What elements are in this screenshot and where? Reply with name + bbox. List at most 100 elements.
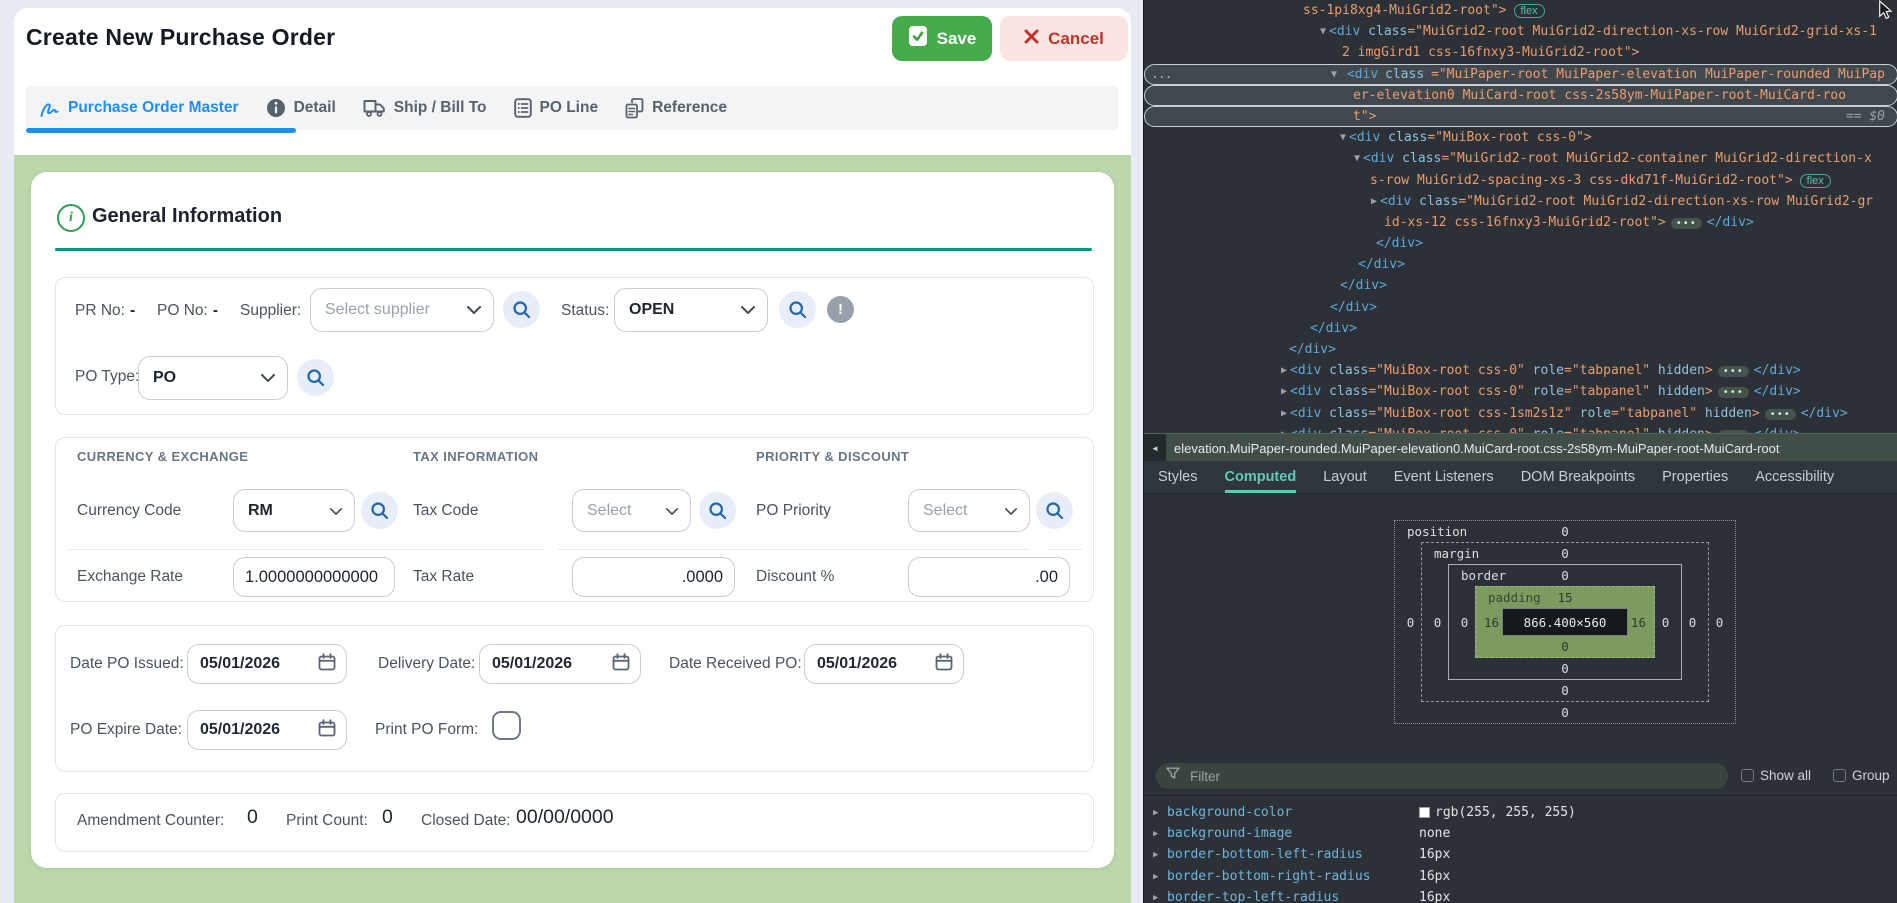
tag-token: <div xyxy=(1290,406,1321,421)
dom-tree-row[interactable]: ss-1pi8xg4-MuiGrid2-root">flex xyxy=(1144,0,1897,21)
po-expire-date-input[interactable]: 05/01/2026 xyxy=(187,710,347,750)
devtools-tab-computed[interactable]: Computed xyxy=(1225,461,1297,493)
po-no-value: - xyxy=(213,302,218,319)
devtools-tab-event-listeners[interactable]: Event Listeners xyxy=(1394,461,1494,493)
dom-tree-row[interactable]: id-xs-12 css-16fnxy3-MuiGrid2-root">•••<… xyxy=(1144,212,1897,233)
computed-filter-row: Show all Group xyxy=(1144,758,1897,794)
po-type-search-button[interactable] xyxy=(297,359,334,396)
purchase-order-app: Create New Purchase Order Save Cancel Pu… xyxy=(0,0,1143,903)
pr-no-value: - xyxy=(130,302,135,319)
tax-rate-label: Tax Rate xyxy=(413,568,474,586)
tax-code-select[interactable]: Select xyxy=(572,489,691,532)
tax-code-search-button[interactable] xyxy=(699,492,736,529)
value-token: er-elevation0 MuiCard-root css-2s58ym-Mu… xyxy=(1353,85,1846,106)
devtools-tab-layout[interactable]: Layout xyxy=(1323,461,1367,493)
delivery-date-input[interactable]: 05/01/2026 xyxy=(479,644,641,684)
po-type-select[interactable]: PO xyxy=(138,356,288,400)
print-po-form-checkbox[interactable] xyxy=(492,711,521,740)
currency-code-select[interactable]: RM xyxy=(233,489,355,532)
tax-rate-input[interactable]: .0000 xyxy=(572,557,735,597)
tab-po-line[interactable]: PO Line xyxy=(514,98,599,118)
breadcrumb-scroll-left-button[interactable]: ◄ xyxy=(1144,434,1166,462)
property-value-text: 16px xyxy=(1419,844,1450,865)
tab-detail[interactable]: Detail xyxy=(266,98,336,118)
dom-tree-row[interactable]: </div> xyxy=(1144,297,1897,318)
date-po-issued-input[interactable]: 05/01/2026 xyxy=(187,644,347,684)
dom-tree-row[interactable]: </div> xyxy=(1144,275,1897,296)
currency-search-button[interactable] xyxy=(361,492,398,529)
divider xyxy=(1144,795,1897,796)
dom-tree-row[interactable]: </div> xyxy=(1144,233,1897,254)
devtools-tab-properties[interactable]: Properties xyxy=(1662,461,1728,493)
cancel-button[interactable]: Cancel xyxy=(1000,16,1128,61)
property-value-text: 16px xyxy=(1419,887,1450,903)
dom-tree-row[interactable]: t"> == $0 xyxy=(1144,106,1897,127)
attribute-token: class xyxy=(1380,130,1427,145)
status-select[interactable]: OPEN xyxy=(614,288,768,332)
dom-tree-row[interactable]: ▼<div class="MuiBox-root css-0"> xyxy=(1144,127,1897,148)
devtools-tab-accessibility[interactable]: Accessibility xyxy=(1755,461,1834,493)
group-checkbox[interactable] xyxy=(1833,769,1846,782)
group-control: Group xyxy=(1833,768,1890,783)
box-model-label: border xyxy=(1461,568,1506,583)
date-received-input[interactable]: 05/01/2026 xyxy=(804,644,964,684)
breadcrumb[interactable]: elevation.MuiPaper-rounded.MuiPaper-elev… xyxy=(1174,441,1779,456)
dom-tree-row[interactable]: </div> xyxy=(1144,318,1897,339)
dom-tree-row[interactable]: s-row MuiGrid2-spacing-xs-3 css-dkd71f-M… xyxy=(1144,170,1897,191)
dom-tree-row[interactable]: er-elevation0 MuiCard-root css-2s58ym-Mu… xyxy=(1144,85,1897,106)
group-label: Group xyxy=(1852,768,1890,783)
tab-reference[interactable]: Reference xyxy=(625,98,727,119)
dom-tree-row[interactable]: ▶<div class="MuiGrid2-root MuiGrid2-dire… xyxy=(1144,191,1897,212)
save-button[interactable]: Save xyxy=(892,16,992,61)
calendar-icon xyxy=(934,652,954,677)
supplier-search-button[interactable] xyxy=(503,291,540,328)
property-name: background-image xyxy=(1167,823,1292,844)
ellipsis-expand-button[interactable]: ••• xyxy=(1718,387,1749,398)
value-token: ="MuiBox-root css-0" xyxy=(1368,384,1525,399)
dom-tree-row[interactable]: ▶<div class="MuiBox-root css-0" role="ta… xyxy=(1144,381,1897,402)
filter-pill[interactable] xyxy=(1156,763,1728,789)
column-divider xyxy=(1048,549,1082,550)
box-model-value: 15 xyxy=(1555,590,1576,605)
attribute-token: class xyxy=(1360,24,1407,39)
print-count-label: Print Count: xyxy=(286,812,368,830)
tag-token: </div> xyxy=(1340,278,1387,293)
computed-property-row[interactable]: ▶border-bottom-right-radius16px xyxy=(1144,866,1897,887)
dom-tree-row[interactable]: </div> xyxy=(1144,339,1897,360)
dom-tree-row[interactable]: ...▼<div class="MuiPaper-root MuiPaper-e… xyxy=(1144,64,1897,85)
devtools-tab-dom-breakpoints[interactable]: DOM Breakpoints xyxy=(1521,461,1635,493)
ellipsis-expand-button[interactable]: ••• xyxy=(1718,366,1749,377)
tab-purchase-order-master[interactable]: Purchase Order Master xyxy=(39,98,239,118)
dom-tree-row[interactable]: ▼<div class="MuiGrid2-root MuiGrid2-dire… xyxy=(1144,21,1897,42)
dom-tree-row[interactable]: ▶<div class="MuiBox-root css-1sm2s1z" ro… xyxy=(1144,403,1897,424)
po-priority-select[interactable]: Select xyxy=(908,489,1030,532)
computed-property-row[interactable]: ▶border-top-left-radius16px xyxy=(1144,887,1897,903)
dom-tree-row[interactable]: ▼<div class="MuiGrid2-root MuiGrid2-cont… xyxy=(1144,148,1897,169)
computed-property-row[interactable]: ▶background-colorrgb(255, 255, 255) xyxy=(1144,802,1897,823)
expand-arrow-icon: ▶ xyxy=(1153,824,1158,845)
box-model-diagram[interactable]: position00margin00border00padding1516866… xyxy=(1394,520,1736,724)
tag-token: <div xyxy=(1349,130,1380,145)
tab-ship-bill-to[interactable]: Ship / Bill To xyxy=(363,99,487,118)
ellipsis-expand-button[interactable]: ••• xyxy=(1671,218,1702,229)
dom-tree-row[interactable]: ▶<div class="MuiBox-root css-0" role="ta… xyxy=(1144,424,1897,433)
dom-tree-row[interactable]: </div> xyxy=(1144,254,1897,275)
filter-input[interactable] xyxy=(1188,768,1718,785)
dom-tree-row[interactable]: 2 imgGird1 css-16fnxy3-MuiGrid2-root"> xyxy=(1144,42,1897,63)
info-outline-icon: i xyxy=(57,204,85,232)
computed-property-row[interactable]: ▶border-bottom-left-radius16px xyxy=(1144,844,1897,865)
supplier-select[interactable]: Select supplier xyxy=(310,288,494,332)
attribute-token: role xyxy=(1525,363,1564,378)
status-search-button[interactable] xyxy=(779,291,816,328)
po-no-label: PO No:- xyxy=(157,302,218,320)
tax-code-label: Tax Code xyxy=(413,502,478,520)
show-all-checkbox[interactable] xyxy=(1741,769,1754,782)
exchange-rate-input[interactable]: 1.0000000000000 xyxy=(233,557,395,597)
ellipsis-expand-button[interactable]: ••• xyxy=(1765,409,1796,420)
dom-tree-row[interactable]: ▶<div class="MuiBox-root css-0" role="ta… xyxy=(1144,360,1897,381)
po-priority-search-button[interactable] xyxy=(1036,492,1073,529)
discount-input[interactable]: .00 xyxy=(908,557,1070,597)
box-model-value: 0 xyxy=(1555,705,1576,720)
computed-property-row[interactable]: ▶background-imagenone xyxy=(1144,823,1897,844)
devtools-tab-styles[interactable]: Styles xyxy=(1158,461,1198,493)
